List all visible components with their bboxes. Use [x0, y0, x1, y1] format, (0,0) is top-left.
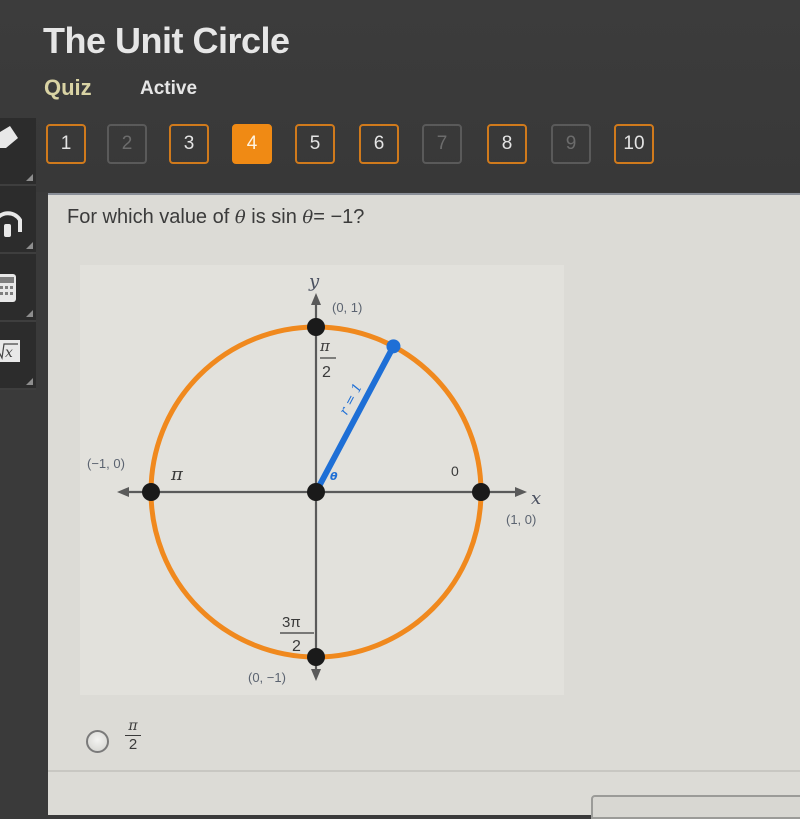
theta-symbol: θ — [234, 207, 246, 228]
unit-circle-diagram: y x (0, 1) (−1, 0) (1, 0) (0, −1) 0 π π … — [80, 265, 564, 695]
question-text: For which value of θ is sin θ= −1? — [67, 206, 364, 229]
question-button-2[interactable]: 2 — [107, 124, 147, 164]
fraction-numerator: π — [128, 718, 138, 734]
next-answer-area — [591, 795, 800, 819]
y-axis-label: y — [308, 271, 320, 292]
mode-label: Quiz — [44, 75, 92, 100]
theta-angle-label: θ — [330, 470, 338, 483]
radius-endpoint — [386, 339, 401, 354]
pencil-tool-button[interactable] — [0, 118, 36, 186]
point-top-label: (0, 1) — [332, 300, 362, 315]
point-origin — [307, 483, 325, 501]
point-right-label: (1, 0) — [506, 512, 536, 527]
expand-corner-icon — [26, 378, 33, 385]
fraction-denominator: 2 — [128, 736, 138, 753]
question-button-3[interactable]: 3 — [169, 124, 209, 164]
theta-symbol: θ — [302, 207, 314, 228]
point-bottom-label: (0, −1) — [248, 670, 286, 685]
question-button-9[interactable]: 9 — [551, 124, 591, 164]
question-button-4[interactable]: 4 — [232, 124, 272, 164]
x-axis-arrow-left-icon — [117, 487, 129, 497]
question-button-5[interactable]: 5 — [295, 124, 335, 164]
point-bottom — [307, 648, 325, 666]
answer-option-1-fraction: π 2 — [125, 718, 141, 753]
angle-3pi-over-2-numerator: 3π — [282, 614, 301, 631]
question-button-10[interactable]: 10 — [614, 124, 654, 164]
question-text-middle: is sin — [245, 206, 303, 228]
question-button-6[interactable]: 6 — [359, 124, 399, 164]
y-axis-arrow-down-icon — [311, 669, 321, 681]
audio-tool-button[interactable] — [0, 186, 36, 254]
expand-corner-icon — [26, 310, 33, 317]
y-axis-arrow-up-icon — [311, 293, 321, 305]
point-right — [472, 483, 490, 501]
page-title: The Unit Circle — [43, 20, 290, 61]
point-left — [142, 483, 160, 501]
x-axis-label: x — [531, 488, 541, 509]
x-axis-arrow-right-icon — [515, 487, 527, 497]
angle-3pi-over-2-denominator: 2 — [292, 638, 301, 655]
angle-pi-over-2-denominator: 2 — [322, 364, 331, 381]
question-text-prefix: For which value of — [67, 206, 235, 228]
question-panel: For which value of θ is sin θ= −1? y x (… — [48, 193, 800, 819]
question-button-1[interactable]: 1 — [46, 124, 86, 164]
point-left-label: (−1, 0) — [87, 456, 125, 471]
expand-corner-icon — [26, 174, 33, 181]
calculator-tool-button[interactable] — [0, 254, 36, 322]
formula-tool-button[interactable]: x — [0, 322, 36, 390]
question-button-8[interactable]: 8 — [487, 124, 527, 164]
angle-pi-label: π — [170, 464, 184, 485]
svg-text:x: x — [5, 345, 13, 361]
expand-corner-icon — [26, 242, 33, 249]
answer-radio-1[interactable] — [86, 730, 109, 753]
question-button-7[interactable]: 7 — [422, 124, 462, 164]
status-label: Active — [140, 78, 198, 99]
unit-circle-svg: y x (0, 1) (−1, 0) (1, 0) (0, −1) 0 π π … — [87, 271, 541, 685]
header-bar: The Unit Circle Quiz Active 1 2 3 4 5 6 … — [0, 0, 800, 192]
angle-pi-over-2-numerator: π — [319, 337, 331, 355]
point-top — [307, 318, 325, 336]
question-text-suffix: = −1? — [313, 206, 365, 228]
angle-zero-label: 0 — [451, 463, 459, 479]
answer-option-1[interactable]: π 2 — [48, 700, 800, 772]
question-navigator: 1 2 3 4 5 6 7 8 9 10 — [0, 124, 800, 168]
